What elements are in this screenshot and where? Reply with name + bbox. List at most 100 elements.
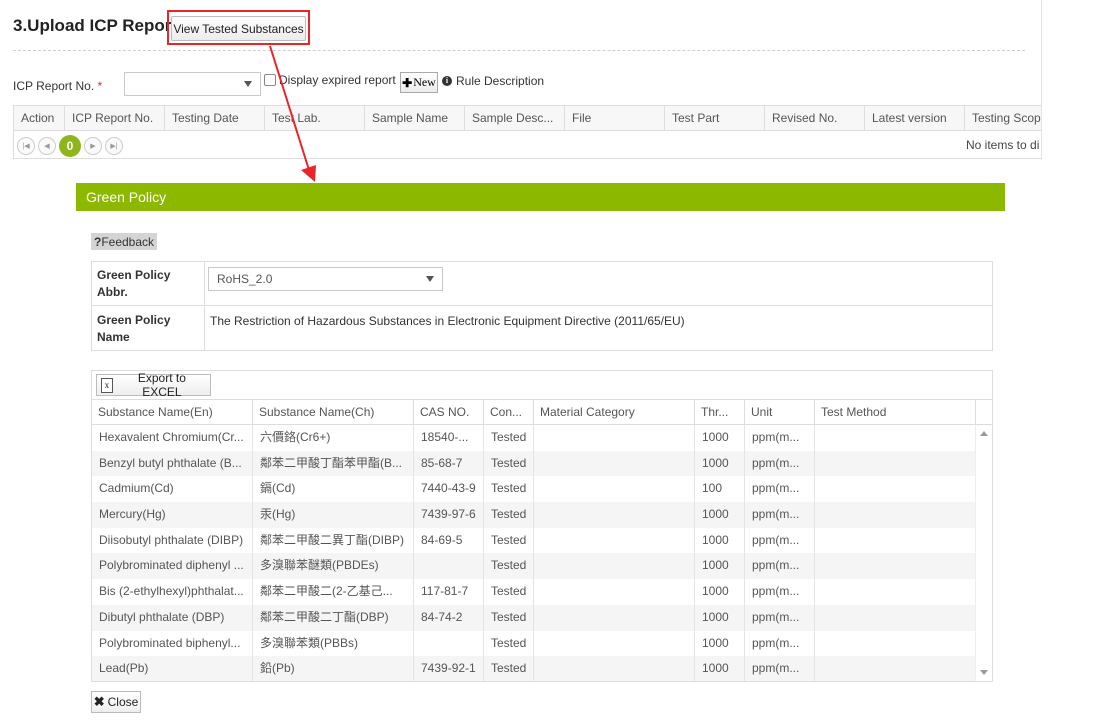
cell-cas-no: 7439-97-6 bbox=[414, 502, 484, 528]
plus-icon: ✚ bbox=[402, 75, 413, 90]
green-policy-abbr-select[interactable]: RoHS_2.0 bbox=[208, 267, 443, 291]
cell-threshold: 1000 bbox=[695, 630, 745, 657]
cell-unit: ppm(m... bbox=[745, 630, 815, 657]
table-row[interactable]: Lead(Pb) 鉛(Pb) 7439-92-1 Tested 1000 ppm… bbox=[92, 656, 992, 681]
column-header-icp-report-no[interactable]: ICP Report No. bbox=[65, 106, 165, 131]
icp-report-select[interactable] bbox=[124, 72, 261, 96]
next-page-icon[interactable]: ▶ bbox=[84, 137, 102, 155]
export-excel-button[interactable]: x Export to EXCEL bbox=[96, 371, 211, 399]
scroll-up-icon[interactable] bbox=[980, 431, 988, 436]
column-header-cas-no[interactable]: CAS NO. bbox=[414, 400, 484, 425]
highlight-box bbox=[167, 10, 310, 45]
table-row[interactable]: Polybrominated diphenyl ... 多溴聯苯醚類(PBDEs… bbox=[92, 553, 992, 580]
rule-description-label: Rule Description bbox=[456, 74, 545, 88]
cell-cas-no: 117-81-7 bbox=[414, 579, 484, 605]
cell-con: Tested bbox=[484, 656, 534, 681]
cell-threshold: 1000 bbox=[695, 527, 745, 554]
table-row[interactable]: Benzyl butyl phthalate (B... 鄰苯二甲酸丁酯苯甲酯(… bbox=[92, 450, 992, 477]
cell-con: Tested bbox=[484, 579, 534, 605]
column-header-file[interactable]: File bbox=[565, 106, 665, 131]
column-header-material-category[interactable]: Material Category bbox=[534, 400, 695, 425]
column-header-substance-en[interactable]: Substance Name(En) bbox=[92, 400, 253, 425]
section-title: 3.Upload ICP Report bbox=[13, 16, 178, 35]
close-icon: ✖ bbox=[93, 694, 105, 709]
column-header-test-part[interactable]: Test Part bbox=[665, 106, 765, 131]
cell-substance-ch: 鄰苯二甲酸丁酯苯甲酯(B... bbox=[253, 450, 414, 477]
cell-unit: ppm(m... bbox=[745, 553, 815, 580]
vertical-scrollbar[interactable] bbox=[975, 425, 992, 681]
cell-threshold: 100 bbox=[695, 476, 745, 503]
expired-checkbox[interactable] bbox=[264, 74, 276, 86]
column-header-threshold[interactable]: Thr... bbox=[695, 400, 745, 425]
cell-test-method bbox=[815, 476, 976, 503]
cell-threshold: 1000 bbox=[695, 553, 745, 580]
first-page-icon[interactable]: |◀ bbox=[17, 137, 35, 155]
cell-threshold: 1000 bbox=[695, 425, 745, 451]
cell-cas-no: 84-69-5 bbox=[414, 527, 484, 554]
cell-substance-en: Lead(Pb) bbox=[92, 656, 253, 681]
cell-cas-no: 85-68-7 bbox=[414, 450, 484, 477]
table-row[interactable]: Diisobutyl phthalate (DIBP) 鄰苯二甲酸二異丁酯(DI… bbox=[92, 527, 992, 554]
cell-substance-ch: 鄰苯二甲酸二(2-乙基己... bbox=[253, 579, 414, 605]
cell-cas-no bbox=[414, 553, 484, 580]
cell-con: Tested bbox=[484, 604, 534, 631]
cell-material-category bbox=[534, 630, 695, 657]
table-row[interactable]: Cadmium(Cd) 鎘(Cd) 7440-43-9 Tested 100 p… bbox=[92, 476, 992, 503]
new-button-label: New bbox=[413, 75, 436, 89]
cell-test-method bbox=[815, 656, 976, 681]
cell-threshold: 1000 bbox=[695, 502, 745, 528]
cell-substance-en: Hexavalent Chromium(Cr... bbox=[92, 425, 253, 451]
cell-threshold: 1000 bbox=[695, 604, 745, 631]
table-row[interactable]: Dibutyl phthalate (DBP) 鄰苯二甲酸二丁酯(DBP) 84… bbox=[92, 604, 992, 631]
display-expired-checkbox-group[interactable]: Display expired report bbox=[264, 73, 396, 87]
prev-page-icon[interactable]: ◀ bbox=[38, 137, 56, 155]
cell-unit: ppm(m... bbox=[745, 656, 815, 681]
cell-con: Tested bbox=[484, 476, 534, 503]
table-row[interactable]: Polybrominated biphenyl... 多溴聯苯類(PBBs) T… bbox=[92, 630, 992, 657]
cell-cas-no: 84-74-2 bbox=[414, 604, 484, 631]
close-button[interactable]: ✖ Close bbox=[91, 691, 141, 713]
column-header-latest-version[interactable]: Latest version bbox=[865, 106, 965, 131]
last-page-icon[interactable]: ▶| bbox=[105, 137, 123, 155]
column-header-test-lab[interactable]: Test Lab. bbox=[265, 106, 365, 131]
cell-substance-en: Benzyl butyl phthalate (B... bbox=[92, 450, 253, 477]
column-header-sample-desc[interactable]: Sample Desc... bbox=[465, 106, 565, 131]
arrow-head bbox=[301, 165, 316, 182]
current-page[interactable]: 0 bbox=[59, 135, 81, 157]
column-header-unit[interactable]: Unit bbox=[745, 400, 815, 425]
column-header-substance-ch[interactable]: Substance Name(Ch) bbox=[253, 400, 414, 425]
table-row[interactable]: Mercury(Hg) 汞(Hg) 7439-97-6 Tested 1000 … bbox=[92, 502, 992, 528]
cell-test-method bbox=[815, 527, 976, 554]
new-report-button[interactable]: ✚ New bbox=[400, 72, 438, 93]
table-row[interactable]: Bis (2-ethylhexyl)phthalat... 鄰苯二甲酸二(2-乙… bbox=[92, 579, 992, 605]
table-row[interactable]: Hexavalent Chromium(Cr... 六價鉻(Cr6+) 1854… bbox=[92, 425, 992, 451]
column-header-testing-scope[interactable]: Testing Scop bbox=[965, 106, 1041, 131]
substances-grid-header: Substance Name(En) Substance Name(Ch) CA… bbox=[92, 400, 992, 425]
column-header-con[interactable]: Con... bbox=[484, 400, 534, 425]
cell-threshold: 1000 bbox=[695, 579, 745, 605]
column-header-sample-name[interactable]: Sample Name bbox=[365, 106, 465, 131]
cell-con: Tested bbox=[484, 502, 534, 528]
policy-abbr-label: Green Policy Abbr. bbox=[92, 262, 205, 306]
column-header-testing-date[interactable]: Testing Date bbox=[165, 106, 265, 131]
cell-material-category bbox=[534, 450, 695, 477]
expired-label: Display expired report bbox=[279, 73, 396, 87]
icp-report-label-text: ICP Report No. bbox=[13, 79, 95, 93]
icp-report-grid-pager: |◀ ◀ 0 ▶ ▶| No items to di bbox=[14, 131, 1041, 158]
column-header-test-method[interactable]: Test Method bbox=[815, 400, 976, 425]
column-header-action[interactable]: Action bbox=[14, 106, 65, 131]
feedback-button[interactable]: ?Feedback bbox=[91, 233, 157, 250]
cell-substance-ch: 鉛(Pb) bbox=[253, 656, 414, 681]
cell-con: Tested bbox=[484, 450, 534, 477]
cell-substance-ch: 鎘(Cd) bbox=[253, 476, 414, 503]
chevron-down-icon bbox=[426, 276, 434, 282]
chevron-down-icon bbox=[244, 81, 252, 87]
pager: |◀ ◀ 0 ▶ ▶| bbox=[17, 135, 123, 157]
icp-report-grid: Action ICP Report No. Testing Date Test … bbox=[13, 105, 1041, 159]
scroll-down-icon[interactable] bbox=[980, 670, 988, 675]
close-label: Close bbox=[107, 695, 139, 709]
column-header-revised-no[interactable]: Revised No. bbox=[765, 106, 865, 131]
cell-con: Tested bbox=[484, 425, 534, 451]
rule-description-link[interactable]: i Rule Description bbox=[442, 74, 544, 88]
cell-unit: ppm(m... bbox=[745, 579, 815, 605]
